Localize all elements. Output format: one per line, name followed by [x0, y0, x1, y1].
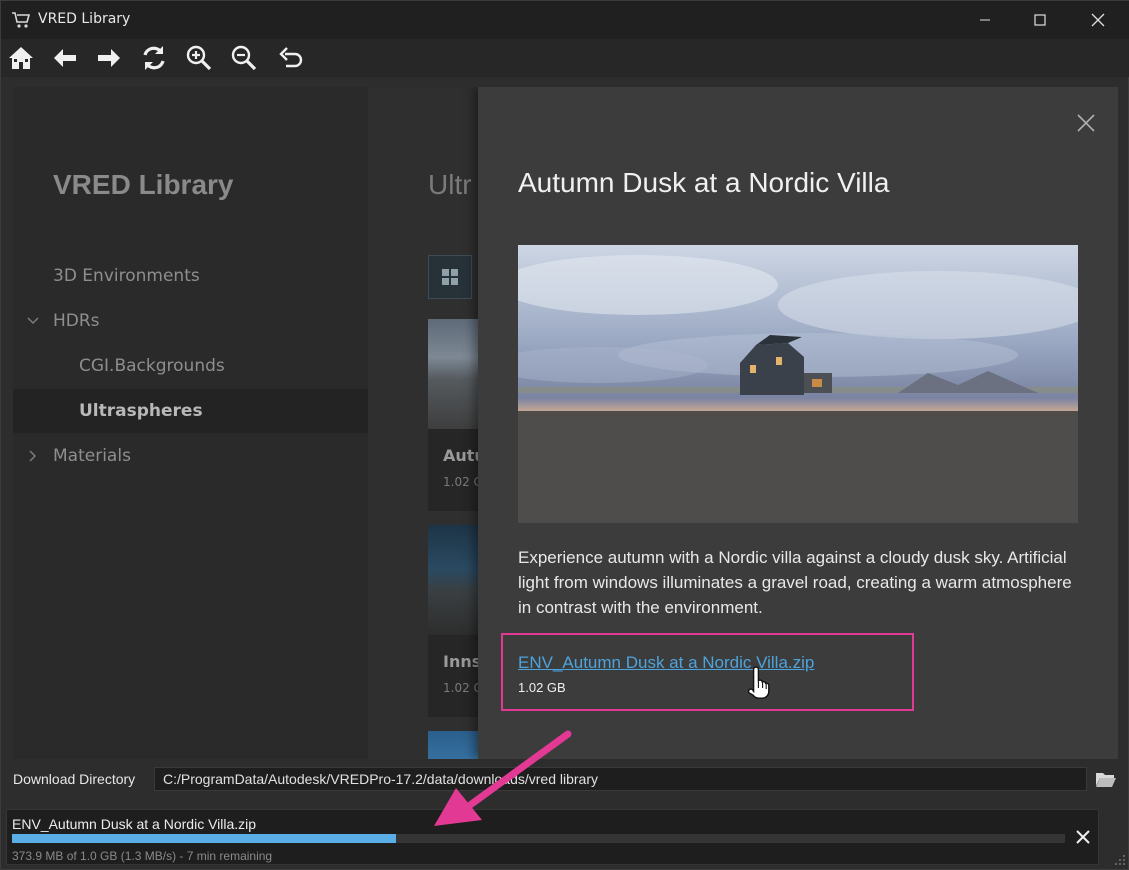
sidebar-item-label: 3D Environments: [53, 266, 200, 286]
sidebar-item-label: CGI.Backgrounds: [79, 356, 225, 376]
sidebar-item-ultraspheres[interactable]: Ultraspheres: [13, 389, 368, 433]
download-status-text: 373.9 MB of 1.0 GB (1.3 MB/s) - 7 min re…: [12, 849, 273, 863]
refresh-button[interactable]: [138, 42, 170, 74]
window-title: VRED Library: [38, 11, 131, 27]
hand-cursor-icon: [747, 666, 770, 699]
back-button[interactable]: [49, 42, 81, 74]
zoom-in-icon: [186, 45, 212, 71]
undo-icon: [279, 47, 303, 68]
home-icon: [9, 47, 33, 69]
vred-library-window: VRED Library VRED Library 3D Environment…: [0, 0, 1129, 870]
forward-button[interactable]: [93, 42, 125, 74]
zoom-in-button[interactable]: [183, 42, 215, 74]
section-heading: Ultr: [428, 169, 472, 200]
sidebar-item-cgi-backgrounds[interactable]: CGI.Backgrounds: [13, 344, 368, 388]
library-title: VRED Library: [53, 169, 234, 200]
shopping-cart-icon: [12, 12, 31, 28]
grid-view-button[interactable]: [428, 255, 472, 299]
maximize-button[interactable]: [1011, 1, 1069, 39]
asset-title: Inns: [443, 652, 482, 671]
toolbar: [1, 39, 1129, 77]
sidebar-item-label: HDRs: [53, 311, 100, 331]
chevron-down-icon: [27, 317, 39, 325]
sidebar-item-materials[interactable]: Materials: [13, 434, 368, 478]
asset-size: 1.02 G: [443, 681, 483, 695]
sidebar-item-label: Ultraspheres: [79, 401, 203, 421]
refresh-icon: [143, 46, 165, 70]
detail-panel: Autumn Dusk at a Nordic Villa Experience…: [478, 87, 1118, 759]
sidebar-item-label: Materials: [53, 446, 131, 466]
detail-title: Autumn Dusk at a Nordic Villa: [518, 167, 890, 198]
resize-grip-icon[interactable]: [1111, 851, 1127, 867]
sidebar: VRED Library 3D Environments HDRs CGI.Ba…: [13, 87, 368, 759]
download-directory-label: Download Directory: [13, 771, 136, 787]
cancel-download-icon[interactable]: [1074, 828, 1092, 846]
minimize-icon: [980, 19, 990, 21]
sidebar-item-hdrs[interactable]: HDRs: [13, 299, 368, 343]
sidebar-item-3d-environments[interactable]: 3D Environments: [13, 254, 368, 298]
maximize-icon: [1034, 14, 1046, 26]
back-icon: [54, 49, 76, 67]
folder-open-icon[interactable]: [1095, 769, 1117, 789]
forward-icon: [98, 49, 120, 67]
zoom-out-button[interactable]: [228, 42, 260, 74]
chevron-right-icon: [29, 450, 37, 462]
grid-icon: [442, 269, 458, 285]
zoom-out-icon: [231, 45, 257, 71]
download-file-name: ENV_Autumn Dusk at a Nordic Villa.zip: [12, 816, 257, 832]
hdr-preview-image: [518, 245, 1078, 523]
asset-size: 1.02 G: [443, 475, 483, 489]
close-panel-icon[interactable]: [1074, 111, 1098, 135]
title-bar: VRED Library: [1, 1, 1129, 39]
download-progress-bar: [12, 834, 1065, 843]
close-icon: [1091, 13, 1105, 27]
content-frame: VRED Library 3D Environments HDRs CGI.Ba…: [13, 87, 1118, 759]
minimize-button[interactable]: [956, 1, 1014, 39]
detail-description: Experience autumn with a Nordic villa ag…: [518, 548, 1072, 617]
undo-button[interactable]: [275, 42, 307, 74]
home-button[interactable]: [5, 42, 37, 74]
download-directory-field[interactable]: C:/ProgramData/Autodesk/VREDPro-17.2/dat…: [154, 767, 1087, 791]
close-window-button[interactable]: [1069, 1, 1127, 39]
file-size-label: 1.02 GB: [518, 680, 566, 695]
download-progress-panel: ENV_Autumn Dusk at a Nordic Villa.zip 37…: [6, 809, 1099, 865]
download-progress-fill: [12, 834, 397, 843]
